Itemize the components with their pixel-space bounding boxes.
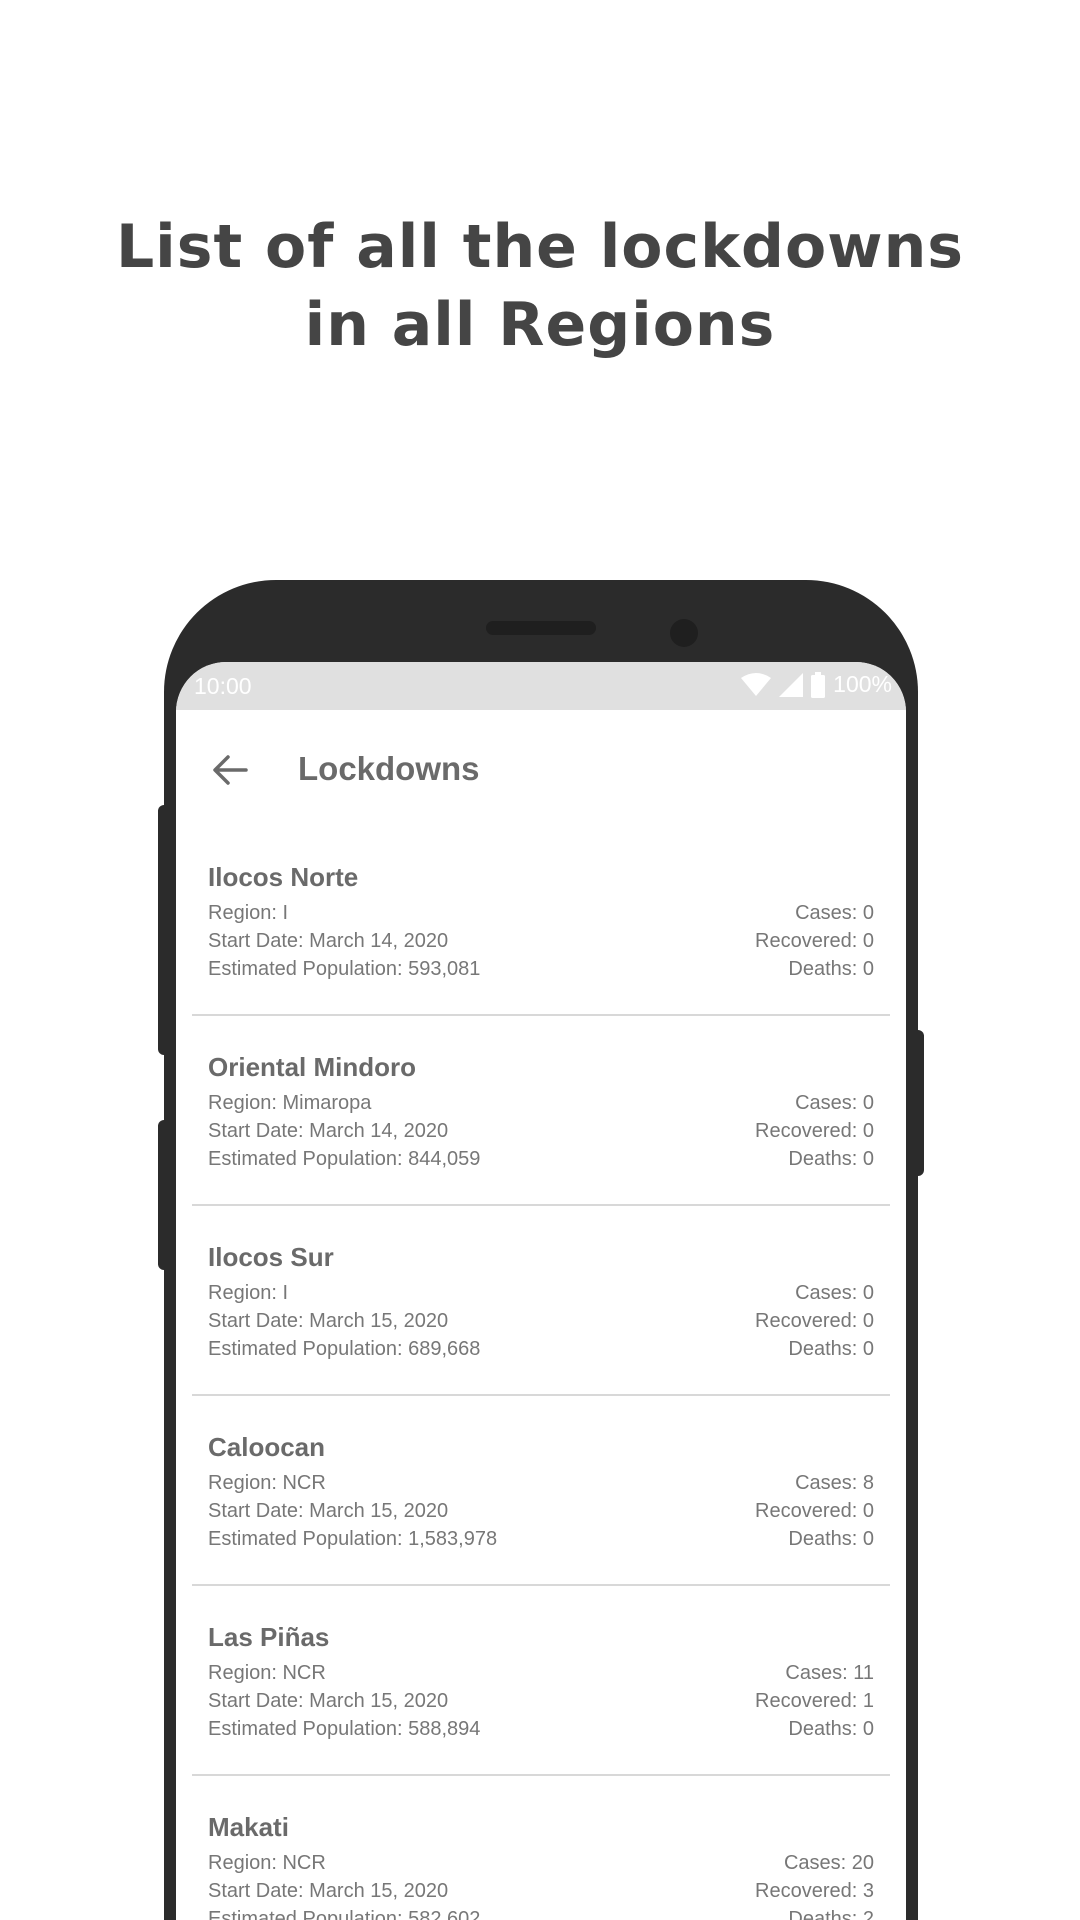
lockdown-region: Region: I — [208, 1282, 289, 1304]
lockdown-start-date: Start Date: March 14, 2020 — [208, 1120, 449, 1142]
phone-speaker — [486, 621, 596, 635]
lockdown-region: Region: Mimaropa — [208, 1092, 372, 1114]
lockdown-cases: Cases: 0 — [795, 1282, 874, 1304]
lockdown-stats: Cases: 0 Recovered: 0 Deaths: 0 — [755, 1279, 874, 1363]
phone-camera — [670, 619, 698, 647]
lockdown-details: Region: I Start Date: March 14, 2020 Est… — [208, 899, 480, 983]
lockdown-cases: Cases: 0 — [795, 1092, 874, 1114]
wifi-icon — [741, 672, 772, 696]
list-item[interactable]: Caloocan Region: NCR Start Date: March 1… — [192, 1396, 890, 1586]
battery-percent: 100% — [833, 671, 892, 697]
lockdown-recovered: Recovered: 0 — [755, 1310, 874, 1332]
lockdown-details: Region: NCR Start Date: March 15, 2020 E… — [208, 1659, 480, 1743]
lockdown-name: Las Piñas — [208, 1622, 330, 1652]
lockdown-details: Region: I Start Date: March 15, 2020 Est… — [208, 1279, 480, 1363]
lockdown-list: Ilocos Norte Region: I Start Date: March… — [176, 826, 906, 1920]
lockdown-population: Estimated Population: 689,668 — [208, 1338, 481, 1360]
status-time: 10:00 — [194, 673, 252, 699]
lockdown-name: Oriental Mindoro — [208, 1052, 416, 1082]
lockdown-deaths: Deaths: 0 — [788, 1148, 874, 1170]
lockdown-population: Estimated Population: 582,602 — [208, 1908, 481, 1920]
promo-headline: List of all the lockdowns in all Regions — [0, 208, 1080, 364]
lockdown-region: Region: NCR — [208, 1852, 326, 1874]
lockdown-stats: Cases: 8 Recovered: 0 Deaths: 0 — [755, 1469, 874, 1553]
app-bar: Lockdowns — [176, 710, 906, 826]
lockdown-region: Region: I — [208, 902, 289, 924]
headline-line-2: in all Regions — [304, 290, 776, 360]
battery-icon — [811, 671, 826, 698]
lockdown-cases: Cases: 8 — [795, 1472, 874, 1494]
lockdown-stats: Cases: 0 Recovered: 0 Deaths: 0 — [755, 899, 874, 983]
lockdown-deaths: Deaths: 0 — [788, 1718, 874, 1740]
lockdown-population: Estimated Population: 588,894 — [208, 1718, 481, 1740]
lockdown-details: Region: NCR Start Date: March 15, 2020 E… — [208, 1469, 497, 1553]
lockdown-cases: Cases: 0 — [795, 902, 874, 924]
lockdown-region: Region: NCR — [208, 1662, 326, 1684]
screenshot-page: List of all the lockdowns in all Regions… — [0, 0, 1080, 1920]
lockdown-name: Caloocan — [208, 1432, 326, 1462]
lockdown-start-date: Start Date: March 15, 2020 — [208, 1690, 449, 1712]
lockdown-name: Ilocos Norte — [208, 862, 359, 892]
lockdown-start-date: Start Date: March 14, 2020 — [208, 930, 449, 952]
lockdown-details: Region: NCR Start Date: March 15, 2020 E… — [208, 1849, 480, 1920]
lockdown-recovered: Recovered: 1 — [755, 1690, 874, 1712]
lockdown-stats: Cases: 20 Recovered: 3 Deaths: 2 — [755, 1849, 874, 1920]
lockdown-recovered: Recovered: 0 — [755, 1500, 874, 1522]
list-item[interactable]: Ilocos Sur Region: I Start Date: March 1… — [192, 1206, 890, 1396]
back-button[interactable] — [208, 748, 252, 792]
phone-screen: 10:00 100% Lockdowns Ilocos Norte Region… — [176, 662, 906, 1920]
lockdown-deaths: Deaths: 2 — [788, 1908, 874, 1920]
list-item[interactable]: Oriental Mindoro Region: Mimaropa Start … — [192, 1016, 890, 1206]
headline-line-1: List of all the lockdowns — [115, 212, 965, 282]
list-item[interactable]: Las Piñas Region: NCR Start Date: March … — [192, 1586, 890, 1776]
lockdown-population: Estimated Population: 1,583,978 — [208, 1528, 498, 1550]
lockdown-recovered: Recovered: 3 — [755, 1880, 874, 1902]
status-bar: 10:00 100% — [176, 662, 906, 710]
status-icons: 100% — [741, 671, 892, 698]
lockdown-start-date: Start Date: March 15, 2020 — [208, 1880, 449, 1902]
lockdown-recovered: Recovered: 0 — [755, 930, 874, 952]
lockdown-deaths: Deaths: 0 — [788, 1528, 874, 1550]
lockdown-name: Makati — [208, 1812, 289, 1842]
page-title: Lockdowns — [298, 750, 480, 787]
lockdown-cases: Cases: 20 — [783, 1852, 874, 1874]
lockdown-region: Region: NCR — [208, 1472, 326, 1494]
list-item[interactable]: Makati Region: NCR Start Date: March 15,… — [192, 1776, 890, 1920]
list-item[interactable]: Ilocos Norte Region: I Start Date: March… — [192, 826, 890, 1016]
lockdown-name: Ilocos Sur — [208, 1242, 334, 1272]
lockdown-population: Estimated Population: 593,081 — [208, 958, 481, 980]
lockdown-stats: Cases: 11 Recovered: 1 Deaths: 0 — [755, 1659, 874, 1743]
lockdown-stats: Cases: 0 Recovered: 0 Deaths: 0 — [755, 1089, 874, 1173]
lockdown-start-date: Start Date: March 15, 2020 — [208, 1310, 449, 1332]
lockdown-cases: Cases: 11 — [785, 1662, 874, 1684]
lockdown-deaths: Deaths: 0 — [788, 958, 874, 980]
lockdown-details: Region: Mimaropa Start Date: March 14, 2… — [208, 1089, 480, 1173]
cellular-signal-icon — [779, 672, 804, 697]
lockdown-start-date: Start Date: March 15, 2020 — [208, 1500, 449, 1522]
lockdown-deaths: Deaths: 0 — [788, 1338, 874, 1360]
lockdown-population: Estimated Population: 844,059 — [208, 1148, 481, 1170]
arrow-back-icon — [213, 755, 248, 785]
lockdown-recovered: Recovered: 0 — [755, 1120, 874, 1142]
